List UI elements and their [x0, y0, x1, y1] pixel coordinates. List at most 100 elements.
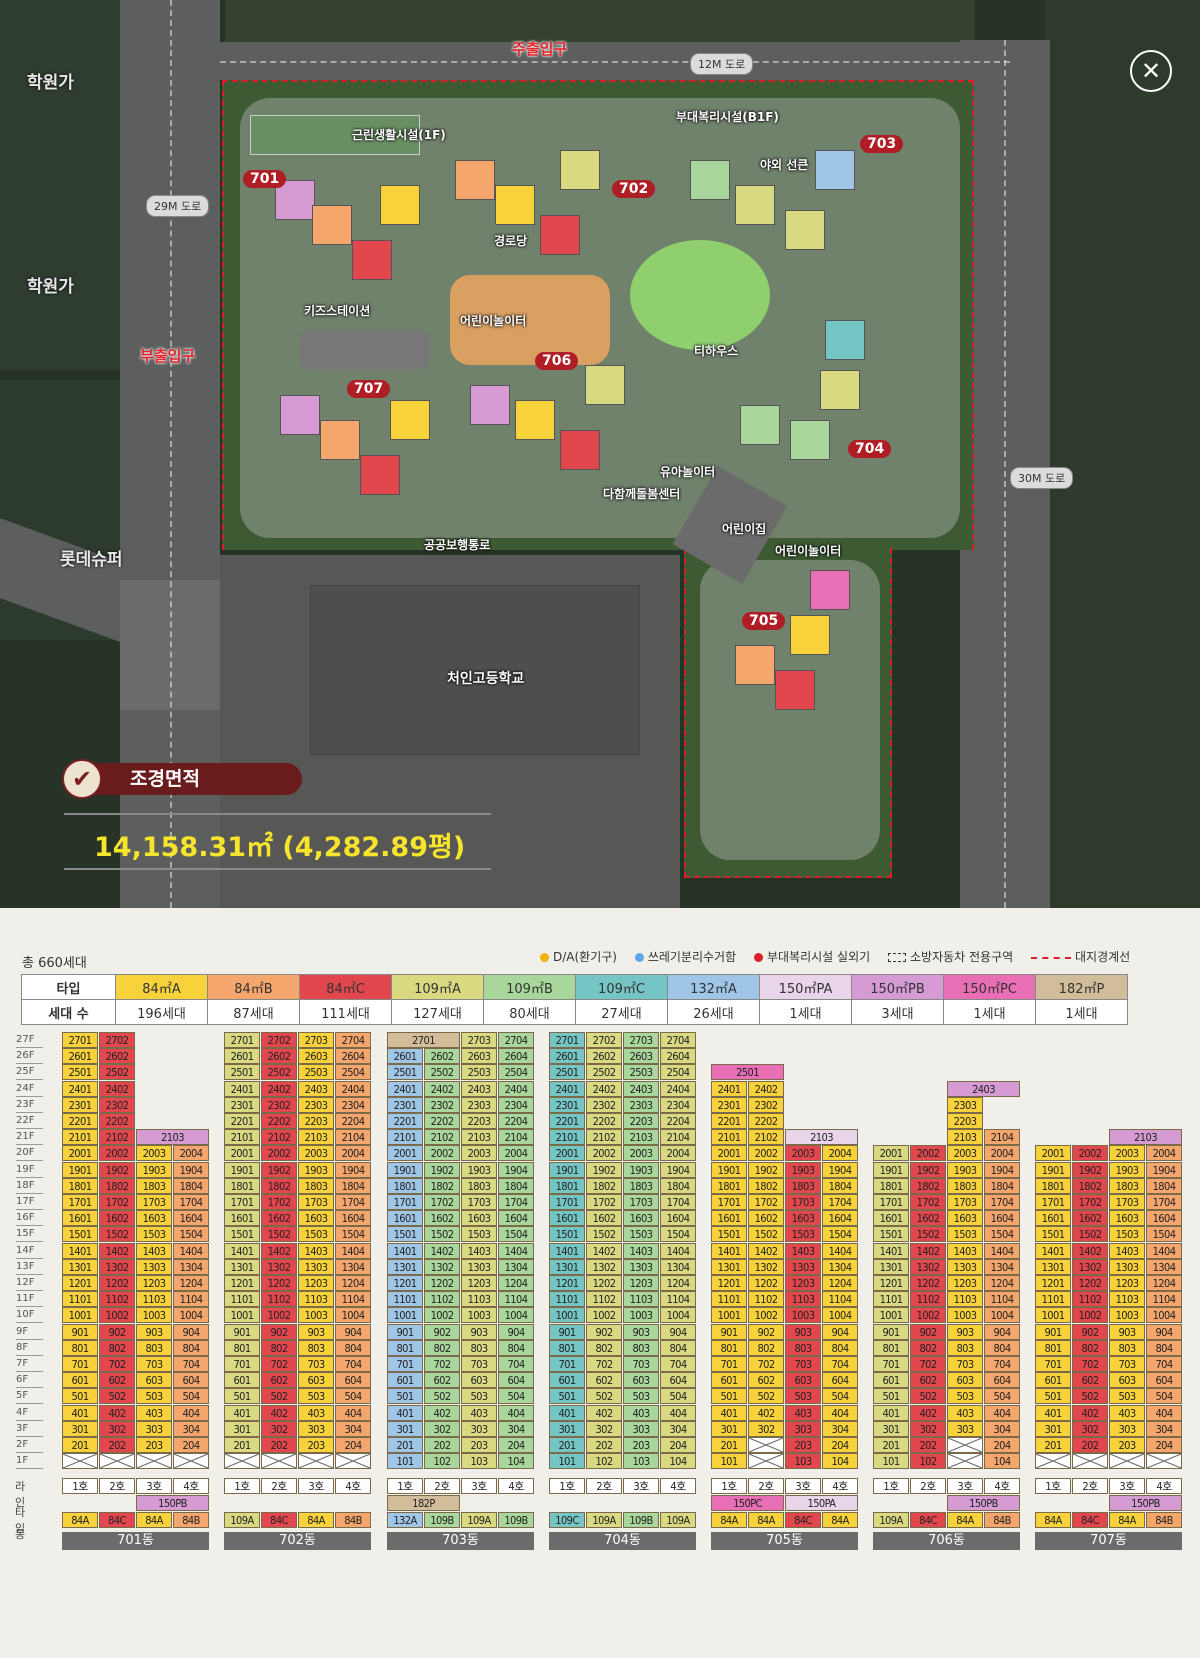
unit-cell: 701: [711, 1356, 747, 1372]
unit-cell: 1902: [261, 1161, 297, 1178]
unit-cell: 1004: [335, 1307, 371, 1324]
unit-cell: 302: [99, 1420, 135, 1437]
unit-cell: 404: [498, 1404, 534, 1421]
unit-cell: 604: [984, 1372, 1020, 1389]
unit-cell: 204: [822, 1437, 858, 1453]
unit-cell: 901: [549, 1323, 585, 1340]
unit-cell: 902: [99, 1323, 135, 1340]
line-cell: 2호: [586, 1478, 622, 1494]
type-cell: 132㎡A: [667, 974, 760, 1000]
type-cell: 84A: [822, 1512, 858, 1528]
unit-cell: 2602: [586, 1048, 622, 1065]
floor-label: 11F: [16, 1291, 43, 1308]
unit-cell: 204: [660, 1437, 696, 1453]
unit-cell: 1704: [335, 1194, 371, 1210]
unit-cell: 103: [623, 1453, 659, 1470]
unit-cell: 501: [873, 1388, 909, 1405]
unit-cell: 504: [1146, 1388, 1182, 1405]
unit-cell: 2003: [947, 1145, 983, 1162]
unit-cell: 2303: [623, 1096, 659, 1113]
unit-cell: 101: [549, 1453, 585, 1470]
unit-cell: 1602: [424, 1210, 460, 1227]
unit-cell: 704: [498, 1356, 534, 1372]
unit-cell: 201: [1035, 1437, 1071, 1453]
unit-cell: 1502: [1072, 1226, 1108, 1243]
line-cell: 4호: [335, 1478, 371, 1494]
unit-cell: 1603: [947, 1210, 983, 1227]
type-cell: 109B: [623, 1512, 659, 1528]
unit-cell: 1703: [623, 1194, 659, 1210]
unit-cell: 701: [873, 1356, 909, 1372]
unit-cell: 904: [335, 1323, 371, 1340]
unit-cell: 1902: [748, 1161, 784, 1178]
unit-cell: 1901: [1035, 1161, 1071, 1178]
unit-cell: 303: [298, 1420, 334, 1437]
unit-cell: 1001: [873, 1307, 909, 1324]
unit-cell: 1102: [261, 1291, 297, 1308]
unit-cell: 101: [873, 1453, 909, 1470]
unit-cell: 403: [623, 1404, 659, 1421]
unit-cell: 403: [461, 1404, 497, 1421]
type-cell: 150㎡PB: [851, 974, 944, 1000]
type-cell: 109㎡B: [483, 974, 576, 1000]
unit-cell: 2403: [461, 1080, 497, 1097]
main-entrance-label: 주출입구: [512, 40, 568, 58]
line-cell: 2호: [424, 1478, 460, 1494]
floor-label: 25F: [16, 1064, 43, 1081]
unit-cell: 902: [424, 1323, 460, 1340]
unit-cell: 1403: [1109, 1242, 1145, 1259]
unit-cell: 1802: [261, 1177, 297, 1194]
unit-cell: 1901: [62, 1161, 98, 1178]
unit-cell: 1804: [822, 1177, 858, 1194]
unit-cell: 1803: [947, 1177, 983, 1194]
unit-cell: 1601: [711, 1210, 747, 1227]
unit-cell: 2103: [623, 1129, 659, 1146]
unit-cell: 1904: [984, 1161, 1020, 1178]
unit-cell: 1104: [1146, 1291, 1182, 1308]
unit-cell: 1603: [623, 1210, 659, 1227]
unit-cell: 703: [1109, 1356, 1145, 1372]
unit-cell: 1302: [261, 1258, 297, 1275]
unit-cell: 702: [1072, 1356, 1108, 1372]
unit-cell: 2303: [461, 1096, 497, 1113]
unit-cell: 601: [549, 1372, 585, 1389]
unit-cell: 2103: [136, 1129, 209, 1146]
unit-cell: 502: [586, 1388, 622, 1405]
block-right: [1045, 0, 1200, 908]
area-school: 처인고등학교: [447, 671, 525, 687]
road-label-12m: 12M 도로: [690, 53, 754, 75]
unit-cell: 802: [261, 1339, 297, 1356]
line-cell: 1호: [711, 1478, 747, 1494]
type-cell: 84A: [947, 1512, 983, 1528]
unit-cell: 1502: [261, 1226, 297, 1243]
unit-cell: 1702: [424, 1194, 460, 1210]
unit-cell: 1403: [298, 1242, 334, 1259]
unit-cell: 1701: [387, 1194, 423, 1210]
unit-cell: 2302: [424, 1096, 460, 1113]
unit-cell: 804: [1146, 1339, 1182, 1356]
unit-cell: 1604: [1146, 1210, 1182, 1227]
dong-name: 706동: [873, 1532, 1020, 1550]
unit-cell: 404: [984, 1404, 1020, 1421]
unit-cell: 302: [1072, 1420, 1108, 1437]
unit-cell: 1204: [984, 1275, 1020, 1291]
floor-label: 16F: [16, 1210, 43, 1227]
unit-cell: [99, 1453, 135, 1470]
unit-cell: 2104: [335, 1129, 371, 1146]
unit-cell: 2203: [298, 1113, 334, 1129]
unit-cell: 1801: [873, 1177, 909, 1194]
road-label-30m: 30M 도로: [1010, 467, 1074, 489]
unit-cell: [748, 1453, 784, 1470]
unit-cell: 802: [586, 1339, 622, 1356]
unit-cell: 2003: [623, 1145, 659, 1162]
unit-cell: 1804: [335, 1177, 371, 1194]
dong-name: 703동: [387, 1532, 534, 1550]
unit-cell: 1004: [660, 1307, 696, 1324]
unit-cell: 2602: [424, 1048, 460, 1065]
unit-cell: 104: [984, 1453, 1020, 1470]
unit-cell: 902: [586, 1323, 622, 1340]
unit-cell: 1304: [498, 1258, 534, 1275]
unit-cell: 503: [136, 1388, 172, 1405]
unit-cell: 2704: [660, 1032, 696, 1048]
unit-cell: 1604: [822, 1210, 858, 1227]
